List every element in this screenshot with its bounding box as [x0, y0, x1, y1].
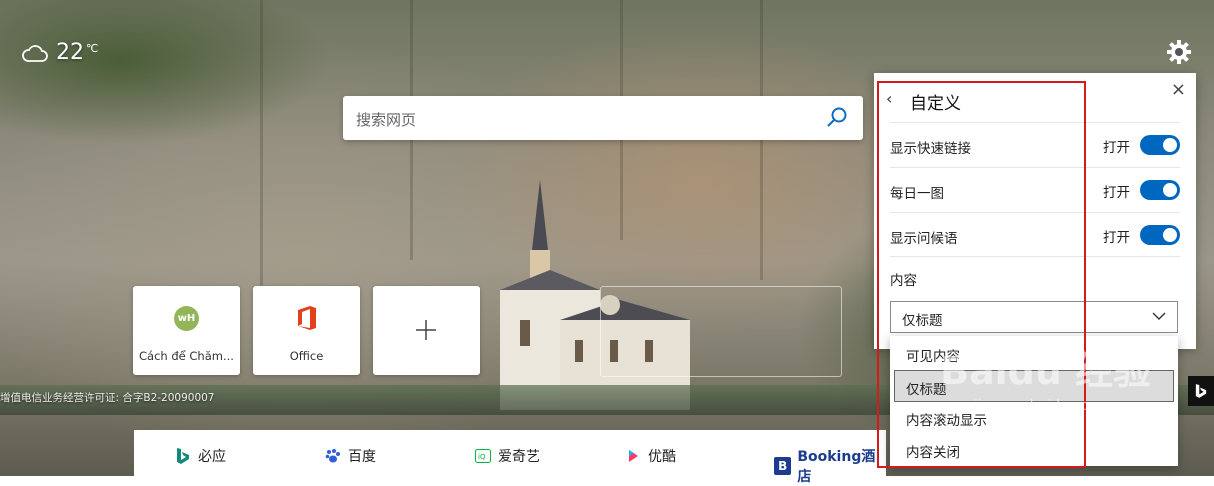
plus-icon: [416, 320, 436, 340]
setting-row-greeting: 显示问候语 打开: [890, 212, 1180, 257]
top-sites-bar: 必应 百度 iQ 爱奇艺 优酷 B Booking酒店: [134, 430, 886, 485]
temperature-unit: ℃: [86, 42, 99, 55]
content-select[interactable]: 仅标题: [890, 301, 1178, 333]
setting-label: 显示快速链接: [890, 141, 971, 157]
weather-widget[interactable]: 22 ℃: [22, 40, 98, 65]
panel-title: 自定义: [910, 94, 961, 114]
toggle-state: 打开: [1103, 230, 1130, 246]
quick-link-tile-office[interactable]: Office: [253, 286, 360, 375]
youku-icon: [624, 447, 642, 465]
temperature: 22: [56, 40, 84, 65]
office-logo-icon: [298, 306, 316, 330]
link-youku[interactable]: 优酷: [624, 446, 676, 466]
link-label: 爱奇艺: [498, 449, 540, 465]
bing-icon: [174, 447, 192, 465]
quick-links-toggle[interactable]: [1140, 135, 1180, 155]
svg-text:iQ: iQ: [478, 453, 486, 461]
license-text: 增值电信业务经营许可证: 合字B2-20090007: [0, 392, 215, 404]
back-icon[interactable]: ‹: [886, 89, 892, 108]
link-label: 优酷: [648, 449, 676, 465]
wikihow-logo-icon: wH: [174, 306, 199, 331]
quick-link-tile-wikihow[interactable]: wH Cách để Chăm...: [133, 286, 240, 375]
gear-icon[interactable]: [1166, 39, 1192, 65]
setting-label: 显示问候语: [890, 231, 958, 247]
setting-label: 每日一图: [890, 186, 944, 202]
link-bing[interactable]: 必应: [174, 446, 226, 466]
greeting-toggle[interactable]: [1140, 225, 1180, 245]
baidu-paw-icon: [324, 447, 342, 465]
content-section-label: 内容: [890, 273, 917, 289]
toggle-state: 打开: [1103, 140, 1130, 156]
search-icon[interactable]: [825, 106, 849, 130]
link-iqiyi[interactable]: iQ 爱奇艺: [474, 446, 540, 466]
link-booking[interactable]: B Booking酒店: [774, 446, 886, 486]
chevron-down-icon: [1152, 312, 1166, 320]
content-select-value: 仅标题: [902, 313, 943, 329]
search-box[interactable]: 搜索网页: [343, 96, 863, 140]
bing-icon: [1195, 384, 1207, 398]
tile-label: Cách để Chăm...: [139, 349, 234, 363]
setting-row-quick-links: 显示快速链接 打开: [890, 122, 1180, 167]
link-label: 必应: [198, 449, 226, 465]
search-input[interactable]: 搜索网页: [356, 109, 416, 130]
daily-image-toggle[interactable]: [1140, 180, 1180, 200]
customize-panel: ‹ 自定义 × 显示快速链接 打开 每日一图 打开 显示问候语 打开 内容 仅标…: [874, 73, 1196, 349]
toggle-state: 打开: [1103, 185, 1130, 201]
close-icon[interactable]: ×: [1171, 79, 1186, 100]
link-baidu[interactable]: 百度: [324, 446, 376, 466]
quick-link-placeholder: [600, 286, 842, 377]
bing-chat-button[interactable]: [1188, 376, 1214, 406]
tile-label: Office: [289, 349, 324, 363]
dropdown-option[interactable]: 内容关闭: [890, 434, 1178, 464]
divider: [890, 256, 1180, 257]
link-label: Booking酒店: [797, 449, 876, 485]
link-label: 百度: [348, 449, 376, 465]
baidu-watermark: Baidu 经验 jingyan.baidu.com: [940, 349, 1152, 414]
setting-row-daily-image: 每日一图 打开: [890, 167, 1180, 212]
booking-icon: B: [774, 457, 792, 475]
iqiyi-icon: iQ: [474, 447, 492, 465]
cloud-icon: [22, 44, 48, 62]
add-quick-link-tile[interactable]: [373, 286, 480, 375]
